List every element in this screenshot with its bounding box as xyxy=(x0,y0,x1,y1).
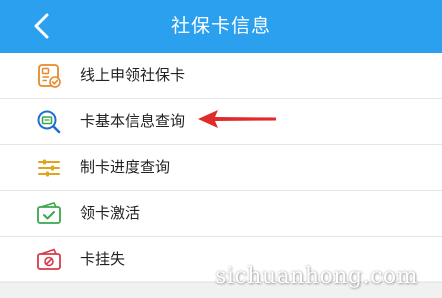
menu-item-card-activation[interactable]: 领卡激活 xyxy=(0,191,442,237)
watermark: sichuanhong.com xyxy=(215,264,418,289)
menu-item-label: 领卡激活 xyxy=(80,204,141,222)
page-title: 社保卡信息 xyxy=(170,15,271,37)
search-card-icon xyxy=(37,110,61,134)
menu-item-label: 线上申领社保卡 xyxy=(80,66,186,84)
menu-item-online-apply[interactable]: 线上申领社保卡 xyxy=(0,53,442,99)
red-pointer-arrow-icon xyxy=(198,110,276,128)
card-check-icon xyxy=(37,202,61,224)
card-lost-icon xyxy=(37,248,61,270)
menu-item-progress-query[interactable]: 制卡进度查询 xyxy=(0,145,442,191)
menu-item-label: 卡基本信息查询 xyxy=(80,112,186,130)
menu-list: 线上申领社保卡 卡基本信息查询 制卡进度查询 领卡激活 卡挂失 xyxy=(0,53,442,283)
top-bar: 社保卡信息 xyxy=(0,0,442,53)
progress-sliders-icon xyxy=(38,159,60,177)
menu-item-label: 制卡进度查询 xyxy=(80,158,171,176)
menu-item-label: 卡挂失 xyxy=(80,250,126,268)
application-form-icon xyxy=(38,64,61,88)
